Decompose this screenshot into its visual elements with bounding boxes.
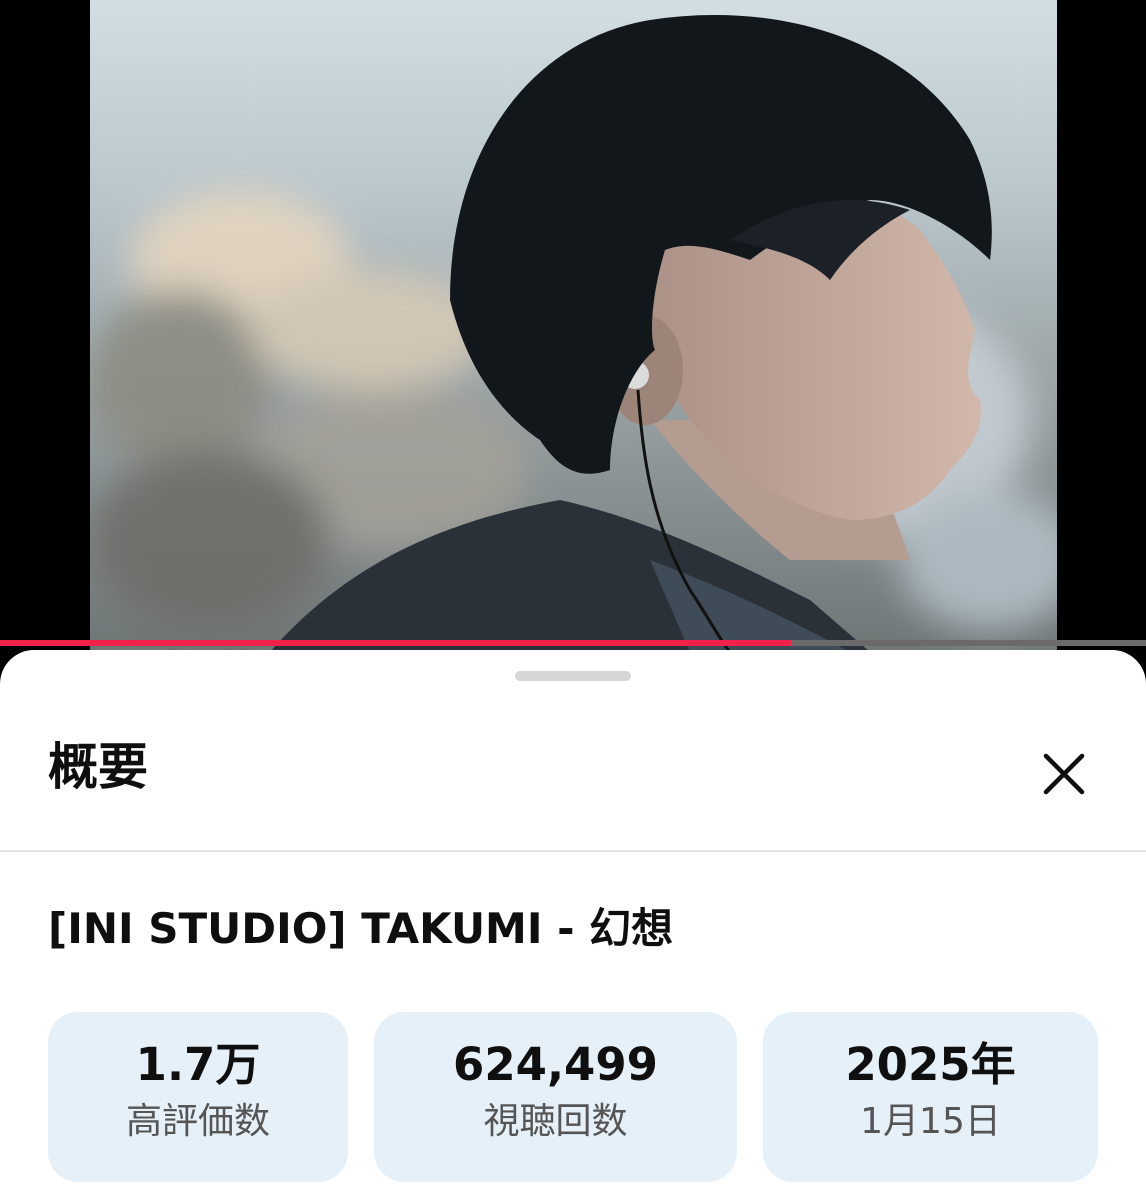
close-button[interactable] [1034,744,1094,804]
close-icon [1043,753,1085,795]
upload-year: 2025年 [845,1038,1016,1091]
likes-count: 1.7万 [135,1038,261,1091]
divider [0,850,1146,852]
likes-label: 高評価数 [125,1101,270,1142]
description-sheet: 概要 [INI STUDIO] TAKUMI - 幻想 1.7万 高評価数 62… [0,650,1146,1200]
video-frame [90,0,1057,652]
upload-date: 1月15日 [860,1101,1001,1142]
video-player[interactable] [0,0,1146,652]
sheet-title: 概要 [48,738,148,796]
video-title: [INI STUDIO] TAKUMI - 幻想 [48,904,674,953]
likes-stat[interactable]: 1.7万 高評価数 [48,1012,348,1182]
date-stat[interactable]: 2025年 1月15日 [763,1012,1098,1182]
views-count: 624,499 [453,1038,658,1091]
progress-bar[interactable] [0,640,1146,646]
progress-bar-fill [0,640,791,646]
drag-handle[interactable] [515,671,631,681]
views-stat[interactable]: 624,499 視聴回数 [374,1012,737,1182]
views-label: 視聴回数 [483,1101,628,1142]
screen: 概要 [INI STUDIO] TAKUMI - 幻想 1.7万 高評価数 62… [0,0,1146,1200]
video-thumbnail-image [90,15,1057,652]
